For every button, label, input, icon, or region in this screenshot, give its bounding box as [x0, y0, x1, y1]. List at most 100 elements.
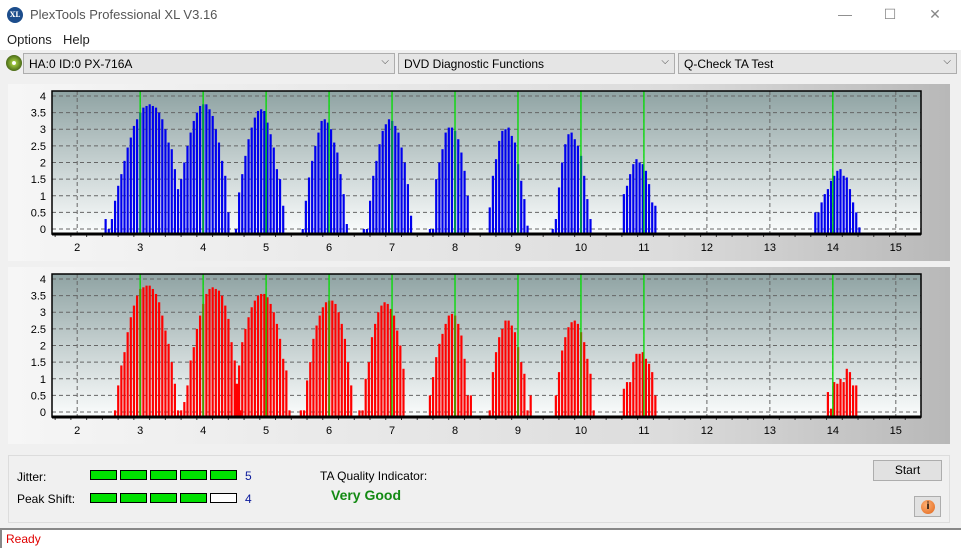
histogram-bar [469, 395, 472, 417]
histogram-bar [491, 175, 494, 234]
histogram-bar [383, 302, 386, 417]
histogram-bar [520, 180, 523, 234]
histogram-bar [554, 395, 557, 417]
menu-help[interactable]: Help [63, 32, 90, 47]
histogram-bar [142, 287, 145, 417]
y-tick-label: 2 [40, 158, 46, 170]
histogram-bar [256, 110, 260, 234]
histogram-bar [635, 159, 638, 234]
peak-shift-meter-segment [180, 493, 207, 503]
histogram-bar [573, 320, 576, 417]
histogram-bar [104, 219, 107, 234]
minimize-button[interactable]: — [830, 4, 860, 24]
histogram-bar [370, 337, 374, 417]
maximize-button[interactable]: ☐ [875, 4, 905, 24]
histogram-bar [120, 174, 123, 234]
histogram-bar [561, 162, 564, 234]
histogram-bar [183, 162, 186, 234]
title-bar: XL PlexTools Professional XL V3.16 — ☐ ✕ [0, 0, 961, 30]
x-tick-label: 12 [701, 425, 713, 437]
histogram-bar [132, 125, 136, 234]
histogram-bar [234, 383, 238, 417]
start-button[interactable]: Start [873, 460, 942, 481]
histogram-bar [186, 385, 189, 417]
histogram-bar [117, 385, 120, 417]
x-tick-label: 6 [326, 425, 332, 437]
peak-shift-meter-segment [120, 493, 147, 503]
y-tick-label: 4 [40, 91, 46, 103]
window-title: PlexTools Professional XL V3.16 [30, 7, 218, 22]
x-tick-label: 3 [137, 242, 143, 254]
histogram-bar [494, 352, 498, 417]
histogram-bar [638, 162, 641, 234]
histogram-bar [570, 132, 573, 234]
histogram-bar [120, 365, 123, 417]
y-tick-label: 3 [40, 124, 46, 136]
histogram-bar [829, 180, 833, 234]
histogram-bar [241, 174, 244, 234]
info-button[interactable]: i [914, 496, 941, 517]
histogram-bar [435, 179, 438, 234]
histogram-bar [336, 152, 339, 234]
function-select[interactable]: DVD Diagnostic Functions ⌵ [398, 53, 675, 74]
histogram-bar [396, 330, 399, 417]
drive-select[interactable]: HA:0 ID:0 PX-716A ⌵ [23, 53, 395, 74]
histogram-bar [224, 305, 227, 417]
histogram-bar [214, 129, 217, 234]
histogram-bar [253, 117, 256, 234]
test-select[interactable]: Q-Check TA Test ⌵ [678, 53, 957, 74]
histogram-bar [221, 160, 224, 234]
jitter-meter-segment [150, 470, 177, 480]
histogram-bar [306, 380, 309, 417]
y-tick-label: 3.5 [31, 291, 46, 303]
histogram-bar [192, 347, 195, 417]
histogram-bar [438, 162, 441, 234]
histogram-bar [589, 219, 592, 234]
histogram-bar [820, 202, 823, 234]
histogram-bar [195, 112, 199, 234]
close-button[interactable]: ✕ [920, 4, 950, 24]
jitter-label: Jitter: [17, 470, 47, 484]
histogram-bar [192, 120, 195, 234]
chevron-down-icon: ⌵ [381, 56, 389, 67]
histogram-bar [510, 135, 513, 234]
histogram-bar [214, 288, 217, 417]
x-tick-label: 9 [515, 242, 521, 254]
histogram-bar [275, 323, 279, 417]
histogram-bar [230, 342, 233, 417]
histogram-bar [173, 169, 176, 234]
histogram-bar [324, 302, 328, 417]
histogram-bar [557, 187, 561, 234]
histogram-bar [855, 212, 858, 234]
histogram-bar [375, 160, 378, 234]
app-logo-icon: XL [7, 7, 23, 23]
histogram-bar [227, 318, 230, 417]
x-tick-label: 2 [74, 242, 80, 254]
histogram-bar [400, 147, 403, 234]
histogram-bar [638, 353, 641, 417]
x-tick-label: 10 [575, 425, 587, 437]
histogram-bar [260, 293, 263, 417]
histogram-bar [654, 205, 657, 234]
histogram-bar [340, 323, 343, 417]
histogram-bar [278, 338, 282, 417]
histogram-bar [450, 127, 454, 234]
histogram-bar [241, 342, 244, 417]
histogram-bar [632, 362, 635, 417]
histogram-bar [318, 315, 321, 417]
histogram-bar [504, 320, 507, 417]
x-tick-label: 15 [890, 242, 902, 254]
histogram-bar [460, 335, 463, 417]
menu-options[interactable]: Options [7, 32, 52, 47]
histogram-bar [173, 383, 176, 417]
histogram-bar [224, 175, 227, 234]
histogram-bar [208, 288, 211, 417]
histogram-bar [460, 152, 463, 234]
y-tick-label: 3.5 [31, 108, 46, 120]
ta-quality-label: TA Quality Indicator: [320, 469, 428, 483]
histogram-bar [217, 142, 221, 234]
histogram-bar [438, 343, 441, 417]
histogram-bar [557, 372, 561, 417]
histogram-bar [309, 362, 312, 417]
histogram-bar [845, 177, 848, 234]
